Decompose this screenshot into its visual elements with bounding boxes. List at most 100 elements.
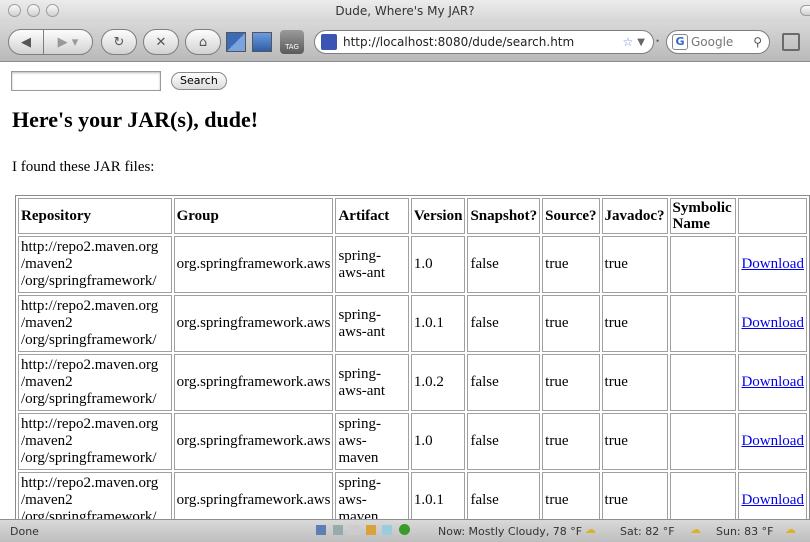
weather-sunday-icon: ☁ (785, 523, 796, 536)
home-icon: ⌂ (198, 34, 208, 50)
download-cell: Download (738, 413, 807, 470)
source-cell: true (542, 236, 600, 293)
artifact-cell: spring-aws-ant (335, 354, 409, 411)
artifact-line: aws-ant (338, 382, 386, 399)
repository-line: http://repo2.maven.org (21, 298, 159, 314)
toolbar-toggle-button[interactable] (800, 5, 810, 16)
group-cell: org.springframework.aws (173, 472, 334, 519)
dropdown-chevron-icon[interactable]: • (656, 36, 659, 46)
header-download (738, 198, 807, 234)
reload-button[interactable]: ↻ (101, 29, 137, 55)
close-window-button[interactable] (8, 4, 21, 17)
artifact-line: spring- (338, 306, 381, 323)
weather-now: Now: Mostly Cloudy, 78 °F (438, 525, 583, 538)
snapshot-cell: false (467, 236, 541, 293)
weather-icon: ☁ (585, 523, 596, 536)
repository-cell: http://repo2.maven.org/maven2/org/spring… (18, 295, 172, 352)
artifact-line: spring- (338, 247, 381, 264)
download-cell: Download (738, 354, 807, 411)
chevron-down-icon[interactable]: ▼ (637, 37, 645, 48)
bookmark-icon[interactable] (226, 32, 246, 52)
javadoc-cell: true (601, 472, 668, 519)
back-icon: ◀ (21, 34, 31, 50)
version-cell: 1.0 (410, 413, 466, 470)
window-titlebar: Dude, Where's My JAR? (0, 0, 810, 22)
page-content: Search Here's your JAR(s), dude! I found… (0, 63, 810, 519)
back-button[interactable]: ◀ (8, 29, 44, 55)
download-cell: Download (738, 236, 807, 293)
snapshot-cell: false (467, 354, 541, 411)
results-table: Repository Group Artifact Version Snapsh… (15, 195, 810, 519)
source-cell: true (542, 354, 600, 411)
engine-name: Google (691, 35, 734, 49)
repository-cell: http://repo2.maven.org/maven2/org/spring… (18, 354, 172, 411)
header-snapshot: Snapshot? (467, 198, 541, 234)
artifact-cell: spring-aws-maven (335, 413, 409, 470)
status-text: Done (10, 525, 39, 538)
sidebar-icon[interactable] (252, 32, 272, 52)
download-cell: Download (738, 295, 807, 352)
status-bar: Done Now: Mostly Cloudy, 78 °F ☁ Sat: 82… (0, 519, 810, 542)
table-row: http://repo2.maven.org/maven2/org/spring… (18, 236, 807, 293)
download-link[interactable]: Download (741, 433, 804, 449)
search-button[interactable]: Search (171, 72, 227, 90)
repository-line: /maven2 (21, 492, 73, 508)
version-cell: 1.0.2 (410, 354, 466, 411)
version-cell: 1.0.1 (410, 472, 466, 519)
stop-button[interactable]: ✕ (143, 29, 179, 55)
table-row: http://repo2.maven.org/maven2/org/spring… (18, 413, 807, 470)
minimize-window-button[interactable] (27, 4, 40, 17)
browser-toolbar: ◀ ▶ ▾ ↻ ✕ ⌂ TAG http://localhost:8080/du… (0, 22, 810, 62)
url-bar[interactable]: http://localhost:8080/dude/search.htm ☆ … (314, 30, 654, 54)
artifact-line: spring- (338, 416, 381, 432)
repository-line: http://repo2.maven.org (21, 416, 159, 432)
header-version: Version (410, 198, 466, 234)
download-link[interactable]: Download (741, 256, 804, 272)
repository-line: http://repo2.maven.org (21, 357, 159, 373)
artifact-cell: spring-aws-ant (335, 236, 409, 293)
header-artifact: Artifact (335, 198, 409, 234)
new-window-icon[interactable] (782, 33, 800, 51)
header-repository: Repository (18, 198, 172, 234)
download-cell: Download (738, 472, 807, 519)
search-input[interactable] (11, 71, 161, 91)
repository-line: /org/springframework/ (21, 273, 157, 289)
table-header-row: Repository Group Artifact Version Snapsh… (18, 198, 807, 234)
google-logo-icon: G (672, 34, 688, 50)
weather-sunday: Sun: 83 °F (716, 525, 774, 538)
leaf-icon (365, 525, 376, 535)
javadoc-cell: true (601, 354, 668, 411)
status-icons (316, 524, 410, 538)
repository-line: /maven2 (21, 433, 73, 449)
forward-button[interactable]: ▶ ▾ (43, 29, 93, 55)
download-link[interactable]: Download (741, 492, 804, 508)
repository-line: http://repo2.maven.org (21, 475, 159, 491)
javadoc-cell: true (601, 236, 668, 293)
page-icon (382, 525, 392, 535)
header-symbolic-name: Symbolic Name (669, 198, 737, 234)
monitor-icon (316, 525, 326, 535)
group-cell: org.springframework.aws (173, 295, 334, 352)
tag-icon[interactable]: TAG (280, 30, 304, 54)
repository-line: /org/springframework/ (21, 509, 157, 519)
home-button[interactable]: ⌂ (185, 29, 221, 55)
repository-cell: http://repo2.maven.org/maven2/org/spring… (18, 472, 172, 519)
download-link[interactable]: Download (741, 374, 804, 390)
version-cell: 1.0.1 (410, 295, 466, 352)
artifact-cell: spring-aws-maven (335, 472, 409, 519)
group-cell: org.springframework.aws (173, 236, 334, 293)
search-icon: ⚲ (753, 35, 762, 49)
zoom-window-button[interactable] (46, 4, 59, 17)
snapshot-cell: false (467, 295, 541, 352)
header-group: Group (173, 198, 334, 234)
grid-icon (332, 525, 343, 535)
table-row: http://repo2.maven.org/maven2/org/spring… (18, 295, 807, 352)
search-engine-box[interactable]: G Google ⚲ (666, 30, 770, 54)
search-form: Search (11, 71, 227, 91)
javadoc-cell: true (601, 295, 668, 352)
star-icon[interactable]: ☆ (623, 35, 634, 49)
repository-line: /maven2 (21, 374, 73, 390)
mail-icon (349, 525, 359, 535)
download-link[interactable]: Download (741, 315, 804, 331)
artifact-line: aws-ant (338, 264, 386, 281)
